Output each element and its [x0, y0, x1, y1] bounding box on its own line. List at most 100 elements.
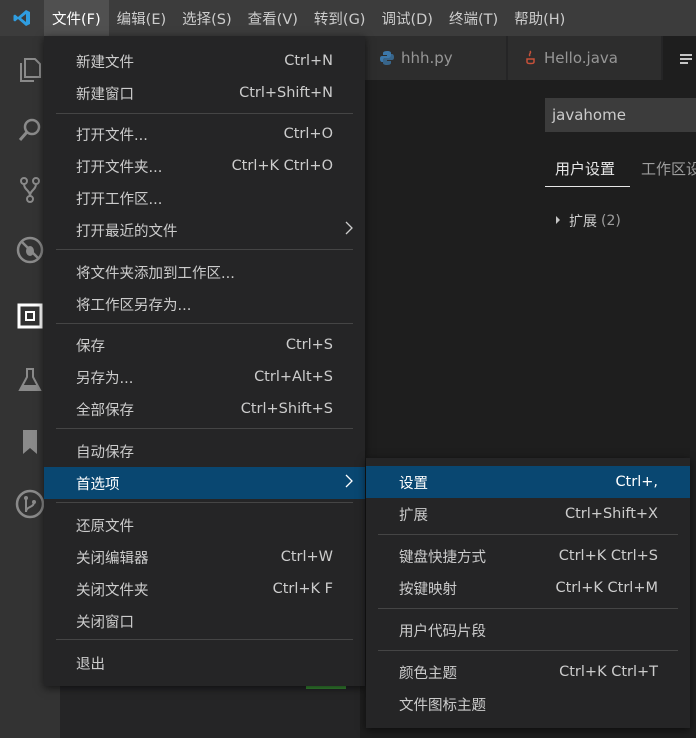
menu-help[interactable]: 帮助(H) — [506, 0, 573, 36]
menu-item-label: 设置 — [399, 475, 428, 492]
menu-item-user-snippets[interactable]: 用户代码片段 — [366, 614, 690, 646]
menu-debug[interactable]: 调试(D) — [373, 0, 440, 36]
chevron-right-icon — [345, 474, 353, 492]
tab-label: Hello.java — [544, 49, 618, 67]
tab-user-settings[interactable]: 用户设置 — [555, 158, 615, 179]
chevron-right-icon — [555, 213, 561, 229]
menu-item-label: 打开工作区... — [76, 191, 163, 208]
menu-item-label: 退出 — [76, 656, 105, 673]
menu-item-shortcut: Ctrl+K Ctrl+O — [231, 158, 333, 174]
menu-item-open-workspace[interactable]: 打开工作区... — [44, 182, 365, 214]
menu-item-new-file[interactable]: 新建文件 Ctrl+N — [44, 45, 365, 77]
python-icon — [379, 50, 395, 66]
menu-separator — [56, 249, 353, 250]
menu-item-label: 全部保存 — [76, 402, 134, 419]
menu-item-shortcut: Ctrl+, — [615, 474, 658, 490]
menu-go[interactable]: 转到(G) — [306, 0, 374, 36]
menu-bar: 文件(F) 编辑(E) 选择(S) 查看(V) 转到(G) 调试(D) 终端(T… — [0, 0, 696, 36]
tree-item-count: (2) — [601, 213, 621, 229]
menu-item-save-workspace-as[interactable]: 将工作区另存为... — [44, 288, 365, 320]
menu-item-label: 将文件夹添加到工作区... — [76, 265, 235, 282]
menu-item-add-folder-to-workspace[interactable]: 将文件夹添加到工作区... — [44, 256, 365, 288]
menu-item-label: 打开文件夹... — [76, 159, 163, 176]
vscode-logo-icon — [0, 0, 44, 36]
menu-item-shortcut: Ctrl+K F — [272, 581, 333, 597]
tab-label: hhh.py — [401, 49, 453, 67]
menu-item-label: 用户代码片段 — [399, 623, 486, 640]
menu-item-label: 保存 — [76, 338, 105, 355]
menu-item-shortcut: Ctrl+S — [285, 337, 333, 353]
menu-separator — [56, 428, 353, 429]
menu-item-exit[interactable]: 退出 — [44, 647, 365, 679]
menu-item-new-window[interactable]: 新建窗口 Ctrl+Shift+N — [44, 77, 365, 109]
menu-item-shortcut: Ctrl+K Ctrl+S — [558, 548, 658, 564]
menu-item-file-icon-theme[interactable]: 文件图标主题 — [366, 688, 690, 720]
menu-item-save-all[interactable]: 全部保存 Ctrl+Shift+S — [44, 393, 365, 425]
chevron-right-icon — [345, 221, 353, 239]
menu-item-shortcut: Ctrl+K Ctrl+T — [559, 664, 658, 680]
menu-item-preferences[interactable]: 首选项 — [44, 467, 365, 499]
tree-item-extensions[interactable]: 扩展 (2) — [555, 211, 621, 231]
menu-item-auto-save[interactable]: 自动保存 — [44, 435, 365, 467]
menu-item-revert-file[interactable]: 还原文件 — [44, 509, 365, 541]
java-icon — [522, 50, 538, 66]
active-tab-underline — [545, 186, 630, 187]
menu-item-label: 扩展 — [399, 507, 428, 524]
menu-item-shortcut: Ctrl+Shift+N — [239, 85, 333, 101]
menu-item-color-theme[interactable]: 颜色主题 Ctrl+K Ctrl+T — [366, 656, 690, 688]
menu-item-label: 新建文件 — [76, 54, 134, 71]
menu-item-open-file[interactable]: 打开文件... Ctrl+O — [44, 118, 365, 150]
menu-item-shortcut: Ctrl+Shift+X — [565, 506, 658, 522]
menu-item-label: 将工作区另存为... — [76, 297, 192, 314]
menu-item-settings[interactable]: 设置 Ctrl+, — [366, 466, 690, 498]
menu-item-label: 新建窗口 — [76, 86, 134, 103]
menu-item-label: 文件图标主题 — [399, 697, 486, 714]
editor-tab-bar: hhh.py Hello.java — [360, 36, 696, 80]
menu-item-label: 键盘快捷方式 — [399, 549, 486, 566]
menu-separator — [56, 639, 353, 640]
menu-item-extensions[interactable]: 扩展 Ctrl+Shift+X — [366, 498, 690, 530]
menu-item-save[interactable]: 保存 Ctrl+S — [44, 329, 365, 361]
menu-item-label: 打开最近的文件 — [76, 223, 178, 240]
menu-item-shortcut: Ctrl+K Ctrl+M — [555, 580, 658, 596]
menu-file[interactable]: 文件(F) — [44, 0, 109, 36]
menu-item-close-editor[interactable]: 关闭编辑器 Ctrl+W — [44, 541, 365, 573]
menu-item-label: 首选项 — [76, 476, 120, 493]
menu-item-open-folder[interactable]: 打开文件夹... Ctrl+K Ctrl+O — [44, 150, 365, 182]
menu-separator — [378, 650, 678, 651]
menu-edit[interactable]: 编辑(E) — [109, 0, 174, 36]
preferences-submenu: 设置 Ctrl+, 扩展 Ctrl+Shift+X 键盘快捷方式 Ctrl+K … — [366, 458, 690, 728]
menu-item-label: 还原文件 — [76, 518, 134, 535]
menu-item-label: 关闭文件夹 — [76, 582, 149, 599]
menu-item-label: 另存为... — [76, 370, 134, 387]
menu-item-shortcut: Ctrl+Alt+S — [254, 369, 333, 385]
menu-separator — [56, 502, 353, 503]
menu-item-save-as[interactable]: 另存为... Ctrl+Alt+S — [44, 361, 365, 393]
tab-hhh-py[interactable]: hhh.py — [365, 36, 507, 80]
tab-hello-java[interactable]: Hello.java — [508, 36, 662, 80]
menu-item-shortcut: Ctrl+W — [280, 549, 333, 565]
tab-settings[interactable] — [663, 36, 696, 80]
menu-item-shortcut: Ctrl+O — [283, 126, 333, 142]
menu-terminal[interactable]: 终端(T) — [441, 0, 506, 36]
menu-separator — [378, 608, 678, 609]
menu-separator — [56, 323, 353, 324]
menu-item-shortcut: Ctrl+N — [284, 53, 333, 69]
file-menu: 新建文件 Ctrl+N 新建窗口 Ctrl+Shift+N 打开文件... Ct… — [44, 36, 365, 686]
menu-item-label: 关闭编辑器 — [76, 550, 149, 567]
menu-item-open-recent[interactable]: 打开最近的文件 — [44, 214, 365, 246]
menu-item-keymaps[interactable]: 按键映射 Ctrl+K Ctrl+M — [366, 572, 690, 604]
settings-search-input[interactable]: javahome — [545, 98, 696, 132]
menu-item-label: 打开文件... — [76, 127, 148, 144]
menu-selection[interactable]: 选择(S) — [174, 0, 240, 36]
menu-view[interactable]: 查看(V) — [240, 0, 306, 36]
tree-item-label: 扩展 — [569, 214, 597, 230]
menu-item-keyboard-shortcuts[interactable]: 键盘快捷方式 Ctrl+K Ctrl+S — [366, 540, 690, 572]
menu-item-close-window[interactable]: 关闭窗口 — [44, 605, 365, 637]
menu-item-close-folder[interactable]: 关闭文件夹 Ctrl+K F — [44, 573, 365, 605]
tab-workspace-settings[interactable]: 工作区设 — [641, 158, 696, 179]
menu-separator — [378, 534, 678, 535]
menu-separator — [56, 113, 353, 114]
menu-item-label: 颜色主题 — [399, 665, 457, 682]
menu-item-label: 关闭窗口 — [76, 614, 134, 631]
